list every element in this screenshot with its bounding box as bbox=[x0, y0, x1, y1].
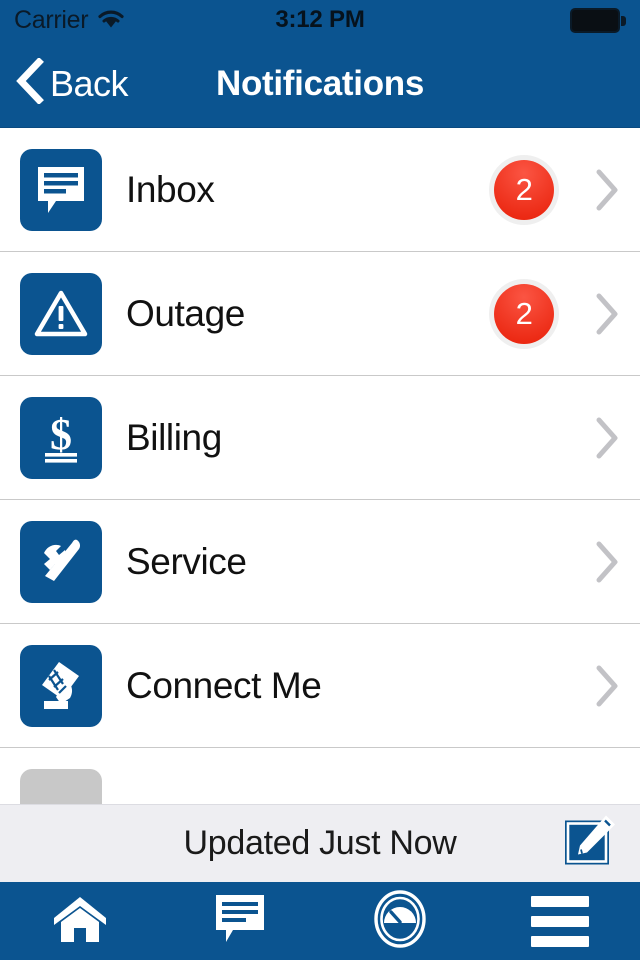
list-item-outage[interactable]: Outage 2 bbox=[0, 252, 640, 376]
chevron-left-icon bbox=[14, 57, 44, 109]
usage-gauge-icon bbox=[372, 889, 428, 953]
status-badge bbox=[494, 532, 554, 592]
warning-triangle-icon bbox=[20, 272, 102, 355]
back-button-label: Back bbox=[50, 62, 129, 104]
navigation-bar: Back Notifications bbox=[0, 40, 640, 128]
list-item-partial[interactable] bbox=[0, 748, 640, 804]
chevron-right-icon bbox=[592, 540, 622, 584]
chevron-right-icon bbox=[592, 664, 622, 708]
disabled-tile-icon bbox=[20, 768, 102, 804]
tab-usage[interactable] bbox=[320, 889, 480, 953]
updated-status-bar: Updated Just Now bbox=[0, 804, 640, 882]
status-badge bbox=[494, 408, 554, 468]
messages-icon bbox=[213, 892, 267, 951]
status-badge bbox=[494, 656, 554, 716]
status-badge: 2 bbox=[494, 283, 554, 344]
tab-messages[interactable] bbox=[160, 892, 320, 951]
chevron-right-icon bbox=[592, 416, 622, 460]
list-item-label: Outage bbox=[126, 292, 245, 334]
svg-text:$: $ bbox=[50, 410, 72, 459]
list-item-billing[interactable]: $ Billing bbox=[0, 376, 640, 500]
tab-home[interactable] bbox=[0, 892, 160, 951]
tab-menu[interactable] bbox=[480, 895, 640, 947]
inbox-message-icon bbox=[20, 148, 102, 231]
chevron-right-icon bbox=[592, 292, 622, 336]
notifications-list: Inbox 2 Outage 2 $ Billing Service Conne… bbox=[0, 128, 640, 804]
hamburger-menu-icon bbox=[531, 895, 589, 947]
list-item-service[interactable]: Service bbox=[0, 500, 640, 624]
list-item-label: Connect Me bbox=[126, 664, 322, 706]
phone-screen: Carrier 3:12 PM Back Notifications Inbox… bbox=[0, 0, 640, 960]
compose-pencil-icon bbox=[562, 815, 618, 873]
battery-full-icon bbox=[570, 7, 626, 33]
phone-keypad-icon bbox=[20, 644, 102, 727]
compose-button[interactable] bbox=[562, 813, 618, 874]
list-item-inbox[interactable]: Inbox 2 bbox=[0, 128, 640, 252]
list-item-label: Service bbox=[126, 540, 247, 582]
wifi-icon bbox=[96, 7, 126, 34]
back-button[interactable]: Back bbox=[0, 57, 129, 109]
home-icon bbox=[50, 892, 110, 951]
status-badge: 2 bbox=[494, 159, 554, 220]
list-item-connect-me[interactable]: Connect Me bbox=[0, 624, 640, 748]
status-bar-left: Carrier bbox=[14, 6, 126, 35]
carrier-label: Carrier bbox=[14, 5, 89, 34]
list-item-label: Inbox bbox=[126, 168, 215, 210]
chevron-right-icon bbox=[592, 168, 622, 212]
dollar-bill-icon: $ bbox=[20, 396, 102, 479]
updated-status-text: Updated Just Now bbox=[183, 824, 457, 862]
status-bar-right bbox=[570, 7, 626, 33]
tools-icon bbox=[20, 520, 102, 603]
bottom-tab-bar bbox=[0, 882, 640, 960]
status-bar: Carrier 3:12 PM bbox=[0, 0, 640, 40]
list-item-label: Billing bbox=[126, 416, 222, 458]
